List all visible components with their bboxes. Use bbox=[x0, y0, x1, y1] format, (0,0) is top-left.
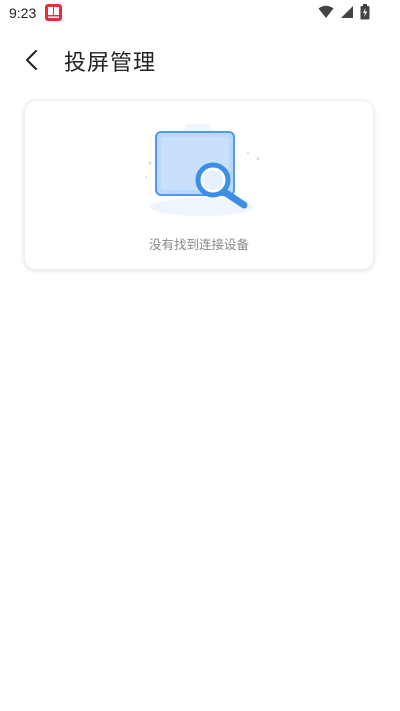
book-app-icon bbox=[45, 4, 62, 21]
search-device-illustration bbox=[144, 124, 260, 216]
battery-icon bbox=[360, 4, 370, 20]
status-time: 9:23 bbox=[9, 5, 37, 21]
back-button[interactable] bbox=[18, 46, 46, 74]
header: 投屏管理 bbox=[0, 40, 400, 80]
empty-state-message: 没有找到连接设备 bbox=[148, 237, 249, 252]
signal-icon bbox=[341, 6, 353, 18]
page-title: 投屏管理 bbox=[64, 51, 157, 76]
status-icons bbox=[318, 4, 370, 20]
status-bar: 9:23 bbox=[0, 0, 400, 28]
wifi-icon bbox=[318, 5, 334, 18]
chevron-left-icon bbox=[26, 50, 37, 70]
device-card: 没有找到连接设备 bbox=[24, 100, 374, 270]
